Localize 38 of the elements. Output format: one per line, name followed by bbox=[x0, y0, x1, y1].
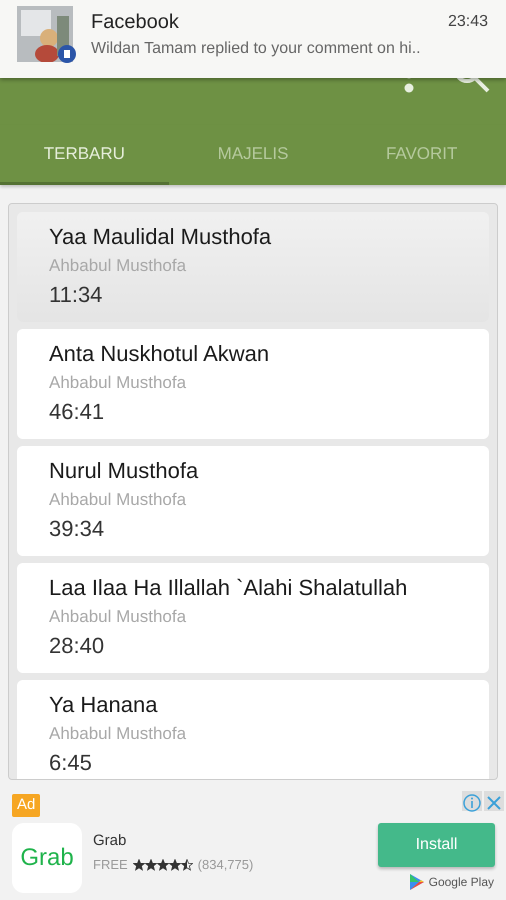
track-card[interactable]: Ya Hanana Ahbabul Musthofa 6:45 bbox=[17, 680, 489, 779]
track-title: Nurul Musthofa bbox=[49, 457, 200, 485]
ad-badge: Ad bbox=[12, 794, 40, 816]
facebook-badge-icon bbox=[58, 45, 76, 63]
track-title: Laa Ilaa Ha Illallah `Alahi Shalatullah bbox=[49, 574, 408, 602]
track-card[interactable]: Yaa Maulidal Musthofa Ahbabul Musthofa 11:34 bbox=[17, 212, 489, 322]
notification-time: 23:43 bbox=[448, 12, 488, 32]
track-title: Ya Hanana bbox=[49, 691, 158, 719]
app-name: Grab bbox=[93, 831, 126, 851]
track-duration: 39:34 bbox=[49, 515, 106, 543]
notification-message: Wildan Tamam replied to your comment on hi.. bbox=[91, 39, 421, 59]
star-icon bbox=[168, 858, 181, 871]
review-count: (834,775) bbox=[198, 856, 254, 874]
notification-app-name: Facebook bbox=[91, 10, 179, 35]
track-duration: 11:34 bbox=[49, 281, 104, 309]
track-duration: 46:41 bbox=[49, 398, 106, 426]
track-artist: Ahbabul Musthofa bbox=[49, 372, 188, 394]
star-icon bbox=[132, 858, 145, 871]
store-label: Google Play bbox=[428, 874, 494, 891]
info-icon[interactable] bbox=[462, 792, 482, 813]
notification-panel[interactable]: Facebook 23:43 Wildan Tamam replied to your comment on hi.. bbox=[0, 0, 506, 78]
track-title: Anta Nuskhotul Akwan bbox=[49, 340, 270, 368]
track-title: Yaa Maulidal Musthofa bbox=[49, 223, 272, 251]
track-card[interactable]: Anta Nuskhotul Akwan Ahbabul Musthofa 46:41 bbox=[17, 329, 489, 439]
track-duration: 6:45 bbox=[49, 749, 93, 777]
app-logo: Grab bbox=[12, 823, 82, 893]
star-icon bbox=[180, 858, 193, 871]
track-artist: Ahbabul Musthofa bbox=[49, 255, 188, 277]
track-card[interactable]: Laa Ilaa Ha Illallah `Alahi Shalatullah Ahbabul Musthofa 28:40 bbox=[17, 563, 489, 673]
star-icon bbox=[156, 858, 169, 871]
star-icon bbox=[144, 858, 157, 871]
track-artist: Ahbabul Musthofa bbox=[49, 606, 188, 628]
play-store-icon bbox=[408, 873, 425, 891]
track-artist: Ahbabul Musthofa bbox=[49, 723, 188, 745]
track-card[interactable]: Nurul Musthofa Ahbabul Musthofa 39:34 bbox=[17, 446, 489, 556]
price-label: FREE bbox=[93, 856, 128, 874]
track-duration: 28:40 bbox=[49, 632, 106, 660]
track-artist: Ahbabul Musthofa bbox=[49, 489, 188, 511]
